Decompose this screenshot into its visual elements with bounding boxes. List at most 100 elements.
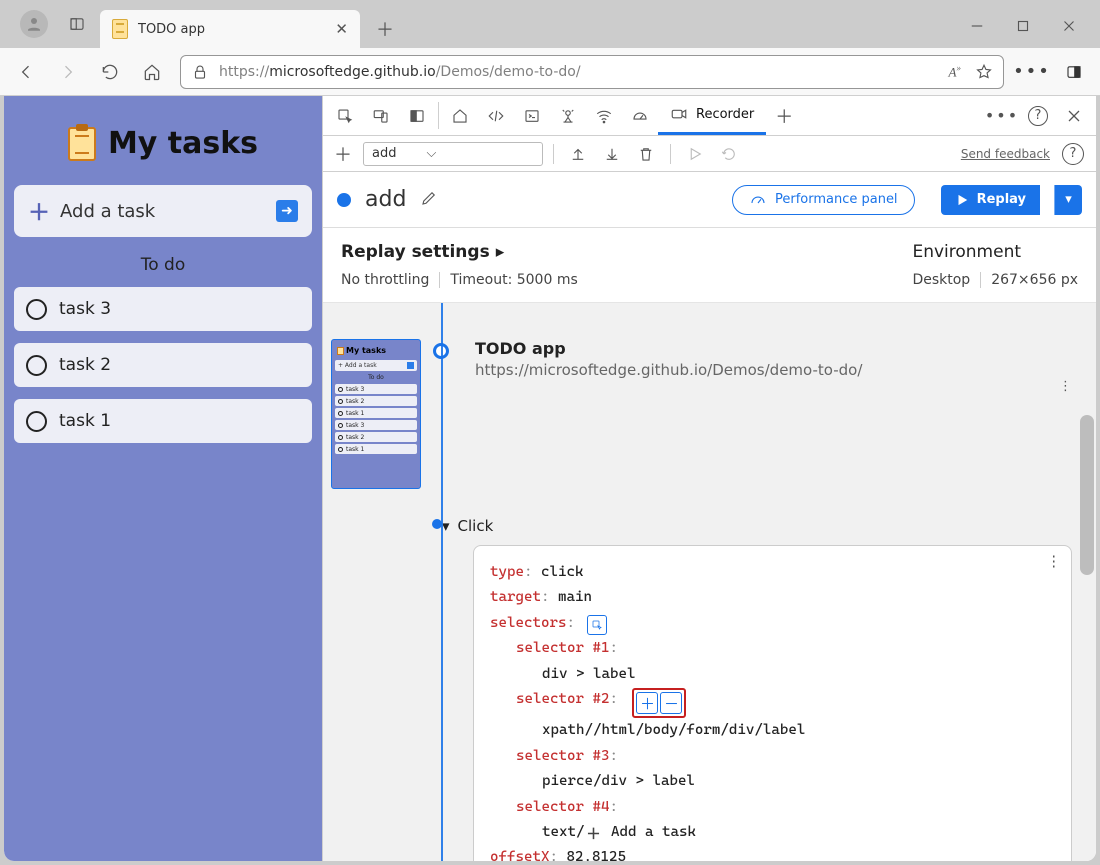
step-click-header[interactable]: ▾ Click — [442, 513, 493, 545]
recorder-toolbar: ＋ add ⌵ Send feedback ? — [323, 136, 1096, 172]
welcome-tab-icon[interactable] — [442, 96, 478, 135]
app-header: My tasks — [14, 106, 312, 173]
more-menu-button[interactable]: ••• — [1012, 52, 1052, 92]
favorite-icon[interactable] — [975, 63, 993, 81]
export-icon[interactable] — [598, 140, 626, 168]
task-item[interactable]: task 1 — [14, 399, 312, 443]
replay-dropdown-button[interactable]: ▾ — [1054, 185, 1082, 215]
maximize-button[interactable] — [1000, 10, 1046, 42]
address-bar[interactable]: https://microsoftedge.github.io/Demos/de… — [180, 55, 1004, 89]
recording-title: add — [365, 187, 406, 212]
scrollbar-thumb[interactable] — [1080, 415, 1094, 575]
selector-picker-icon[interactable] — [587, 615, 607, 635]
console-tab-icon[interactable] — [514, 96, 550, 135]
inspect-icon[interactable] — [327, 96, 363, 135]
app-viewport: My tasks ＋ Add a task ➜ To do task 3 tas… — [4, 96, 322, 861]
timeout-value: Timeout: 5000 ms — [450, 272, 577, 288]
window-controls — [954, 10, 1092, 42]
recording-dot-icon — [337, 193, 351, 207]
forward-button — [48, 52, 88, 92]
throttling-value: No throttling — [341, 272, 429, 288]
plus-icon: ＋ — [28, 195, 50, 227]
add-selector-part-button[interactable]: ＋ — [636, 692, 658, 714]
help-icon[interactable]: ? — [1020, 96, 1056, 135]
checkbox-icon[interactable] — [26, 355, 47, 376]
checkbox-icon[interactable] — [26, 411, 47, 432]
replay-button[interactable]: Replay — [941, 185, 1040, 215]
sidebar-toggle-icon[interactable] — [1054, 52, 1094, 92]
titlebar: TODO app ✕ ＋ — [0, 0, 1100, 48]
scrollbar[interactable] — [1080, 315, 1094, 847]
chevron-right-icon: ▸ — [496, 242, 505, 262]
devtools-tabstrip: Recorder ＋ ••• ? — [323, 96, 1096, 136]
environment-label: Environment — [912, 242, 1078, 262]
selector-edit-highlight: ＋ － — [632, 688, 686, 718]
add-task-input[interactable]: ＋ Add a task ➜ — [14, 185, 312, 237]
task-item[interactable]: task 3 — [14, 287, 312, 331]
play-icon — [681, 140, 709, 168]
add-tab-button[interactable]: ＋ — [766, 96, 802, 135]
back-button[interactable] — [6, 52, 46, 92]
browser-tab[interactable]: TODO app ✕ — [100, 10, 360, 48]
add-task-label: Add a task — [60, 201, 155, 222]
replay-settings-row: Replay settings▸ No throttling Timeout: … — [323, 228, 1096, 303]
step-title: TODO app — [475, 339, 1096, 358]
new-tab-button[interactable]: ＋ — [368, 12, 402, 46]
tab-actions-icon[interactable] — [66, 13, 88, 35]
refresh-button[interactable] — [90, 52, 130, 92]
recording-dropdown[interactable]: add ⌵ — [363, 142, 543, 166]
performance-tab-icon[interactable] — [622, 96, 658, 135]
close-window-button[interactable] — [1046, 10, 1092, 42]
send-feedback-link[interactable]: Send feedback — [961, 147, 1050, 161]
step-icon — [715, 140, 743, 168]
steps-panel: My tasks + Add a task To do task 3 task … — [323, 303, 1096, 861]
nav-toolbar: https://microsoftedge.github.io/Demos/de… — [0, 48, 1100, 96]
new-recording-button[interactable]: ＋ — [329, 140, 357, 168]
plus-icon: ＋ — [584, 827, 602, 845]
devtools-panel: Recorder ＋ ••• ? ＋ add ⌵ — [322, 96, 1096, 861]
step-click: ▾ Click ⋮ type: click target: main selec… — [473, 513, 1096, 861]
step-menu-icon[interactable]: ⋮ — [1059, 379, 1072, 394]
timeline-line — [441, 303, 443, 861]
help-icon[interactable]: ? — [1062, 143, 1084, 165]
close-devtools-icon[interactable] — [1056, 96, 1092, 135]
read-aloud-icon[interactable]: A» — [949, 63, 961, 80]
tab-title: TODO app — [138, 22, 325, 37]
step-url: https://microsoftedge.github.io/Demos/de… — [475, 361, 1096, 379]
performance-panel-button[interactable]: Performance panel — [732, 185, 915, 215]
step-thumbnail: My tasks + Add a task To do task 3 task … — [331, 339, 421, 489]
replay-settings-label[interactable]: Replay settings▸ — [341, 242, 578, 262]
submit-arrow-icon[interactable]: ➜ — [276, 200, 298, 222]
step-navigate: My tasks + Add a task To do task 3 task … — [331, 339, 1096, 489]
edit-icon[interactable] — [420, 189, 438, 211]
dock-side-icon[interactable] — [399, 96, 435, 135]
devtools-more-icon[interactable]: ••• — [984, 96, 1020, 135]
home-button[interactable] — [132, 52, 172, 92]
task-item[interactable]: task 2 — [14, 343, 312, 387]
env-size: 267×656 px — [991, 272, 1078, 288]
step-click-menu-icon[interactable]: ⋮ — [1047, 550, 1062, 575]
remove-selector-part-button[interactable]: － — [660, 692, 682, 714]
delete-icon[interactable] — [632, 140, 660, 168]
minimize-button[interactable] — [954, 10, 1000, 42]
clipboard-icon — [112, 19, 128, 39]
chevron-down-icon: ▾ — [442, 517, 450, 535]
step-click-details: ⋮ type: click target: main selectors: se… — [473, 545, 1072, 861]
clipboard-icon — [68, 127, 96, 161]
todo-heading: To do — [14, 249, 312, 275]
lock-icon — [191, 63, 209, 81]
device-toggle-icon[interactable] — [363, 96, 399, 135]
url-text: https://microsoftedge.github.io/Demos/de… — [219, 64, 581, 80]
profile-icon[interactable] — [20, 10, 48, 38]
checkbox-icon[interactable] — [26, 299, 47, 320]
sources-tab-icon[interactable] — [550, 96, 586, 135]
close-tab-icon[interactable]: ✕ — [335, 20, 348, 38]
elements-tab-icon[interactable] — [478, 96, 514, 135]
app-title: My tasks — [108, 126, 258, 161]
chevron-down-icon: ⌵ — [426, 146, 436, 161]
recording-header: add Performance panel Replay ▾ — [323, 172, 1096, 228]
network-tab-icon[interactable] — [586, 96, 622, 135]
import-icon[interactable] — [564, 140, 592, 168]
env-device: Desktop — [912, 272, 970, 288]
recorder-tab[interactable]: Recorder — [658, 96, 766, 135]
